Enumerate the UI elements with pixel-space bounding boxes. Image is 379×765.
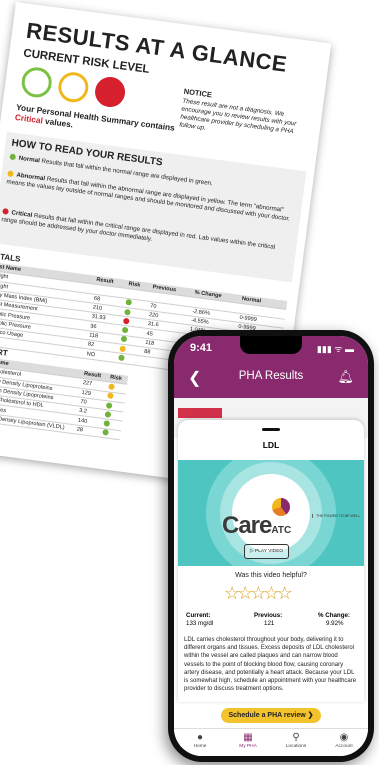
change-label: % Change: (318, 612, 350, 619)
phone-frame: 9:41 ▮▮▮ ᯤ ▬ ❮ PHA Results 🔔︎ LDL CareAT… (168, 330, 374, 762)
logo-main: Care (222, 512, 272, 539)
helpful-question: Was this video helpful? (235, 572, 307, 579)
tab-my-pha[interactable]: ▦ My PHA (228, 731, 268, 749)
location-pin-icon: ⚲ (292, 732, 300, 743)
phone-notch (240, 336, 302, 354)
risk-ring-abnormal (56, 70, 91, 105)
document-icon: ▦ (243, 732, 253, 743)
tab-home-label: Home (193, 744, 207, 749)
risk-green-dot-icon (118, 354, 126, 362)
risk-cell (100, 428, 121, 440)
previous-label: Previous: (254, 612, 283, 619)
logo-tagline: THE POWER TO BE WELL (312, 514, 360, 519)
risk-red-dot-icon (123, 317, 131, 325)
risk-green-dot-icon (122, 326, 129, 334)
status-time: 9:41 (190, 342, 213, 354)
tab-home[interactable]: ● Home (180, 731, 220, 749)
previous-value: 121 (264, 620, 275, 627)
play-icon: ▷ (250, 549, 254, 554)
risk-yellow-dot-icon (108, 383, 116, 391)
handout-title: RESULTS AT A GLANCE (24, 17, 289, 77)
play-label: PLAY VIDEO (255, 549, 284, 554)
tab-locations[interactable]: ⚲ Locations (276, 731, 316, 749)
chevron-right-icon: ❯ (307, 712, 314, 719)
tab-account[interactable]: ◉ Account (324, 731, 364, 749)
current-value: 133 mg/dl (186, 620, 214, 627)
cta-label: Schedule a PHA review (228, 712, 306, 719)
account-icon: ◉ (339, 732, 349, 743)
tab-locations-label: Locations (285, 744, 307, 749)
risk-green-dot-icon (103, 420, 111, 427)
bell-icon[interactable]: 🔔︎ (337, 369, 354, 385)
logo-sub: ATC (271, 525, 292, 536)
red-dot-icon (2, 208, 9, 215)
video-player[interactable]: CareATC THE POWER TO BE WELL ▷ PLAY VIDE… (178, 460, 364, 566)
green-dot-icon (9, 153, 17, 161)
notice-text: These result are not a diagnosis. We enc… (178, 97, 297, 136)
risk-green-dot-icon (124, 308, 132, 316)
background-card-accent (178, 408, 222, 418)
ldl-description: LDL carries cholesterol throughout your … (184, 637, 357, 693)
current-label: Current: (186, 612, 211, 619)
heart-table: Test NameResultRiskTotal Cholesterol227L… (0, 356, 129, 440)
tab-account-label: Account (335, 744, 353, 749)
yellow-dot-icon (7, 170, 14, 178)
risk-ring-normal (19, 65, 54, 100)
phone-screen: 9:41 ▮▮▮ ᯤ ▬ ❮ PHA Results 🔔︎ LDL CareAT… (174, 336, 368, 756)
risk-ring-critical (93, 75, 127, 109)
rating-stars[interactable]: ☆☆☆☆☆ (224, 583, 293, 604)
tab-bar: ● Home ▦ My PHA ⚲ Locations ◉ Account (174, 728, 368, 756)
risk-green-dot-icon (125, 299, 133, 306)
tab-my-pha-label: My PHA (239, 744, 257, 749)
status-icons: ▮▮▮ ᯤ ▬ (316, 344, 354, 354)
risk-green-dot-icon (104, 411, 112, 418)
sheet-grabber[interactable] (262, 428, 280, 431)
risk-green-dot-icon (106, 401, 113, 409)
risk-green-dot-icon (120, 336, 128, 343)
change-value: 9.92% (326, 620, 344, 627)
home-icon: ● (196, 732, 204, 743)
risk-yellow-dot-icon (107, 392, 115, 400)
star-icon[interactable]: ☆ (277, 583, 293, 603)
careatc-logo: CareATC (222, 512, 291, 540)
risk-cell (116, 353, 142, 366)
risk-green-dot-icon (102, 429, 110, 437)
sheet-title: LDL (262, 440, 280, 450)
detail-sheet: LDL CareATC THE POWER TO BE WELL ▷ PLAY … (178, 420, 364, 702)
play-video-button[interactable]: ▷ PLAY VIDEO (244, 544, 290, 559)
schedule-pha-review-button[interactable]: Schedule a PHA review ❯ (221, 708, 321, 723)
vitals-heading: VITALS (0, 251, 21, 264)
risk-yellow-dot-icon (119, 345, 127, 353)
